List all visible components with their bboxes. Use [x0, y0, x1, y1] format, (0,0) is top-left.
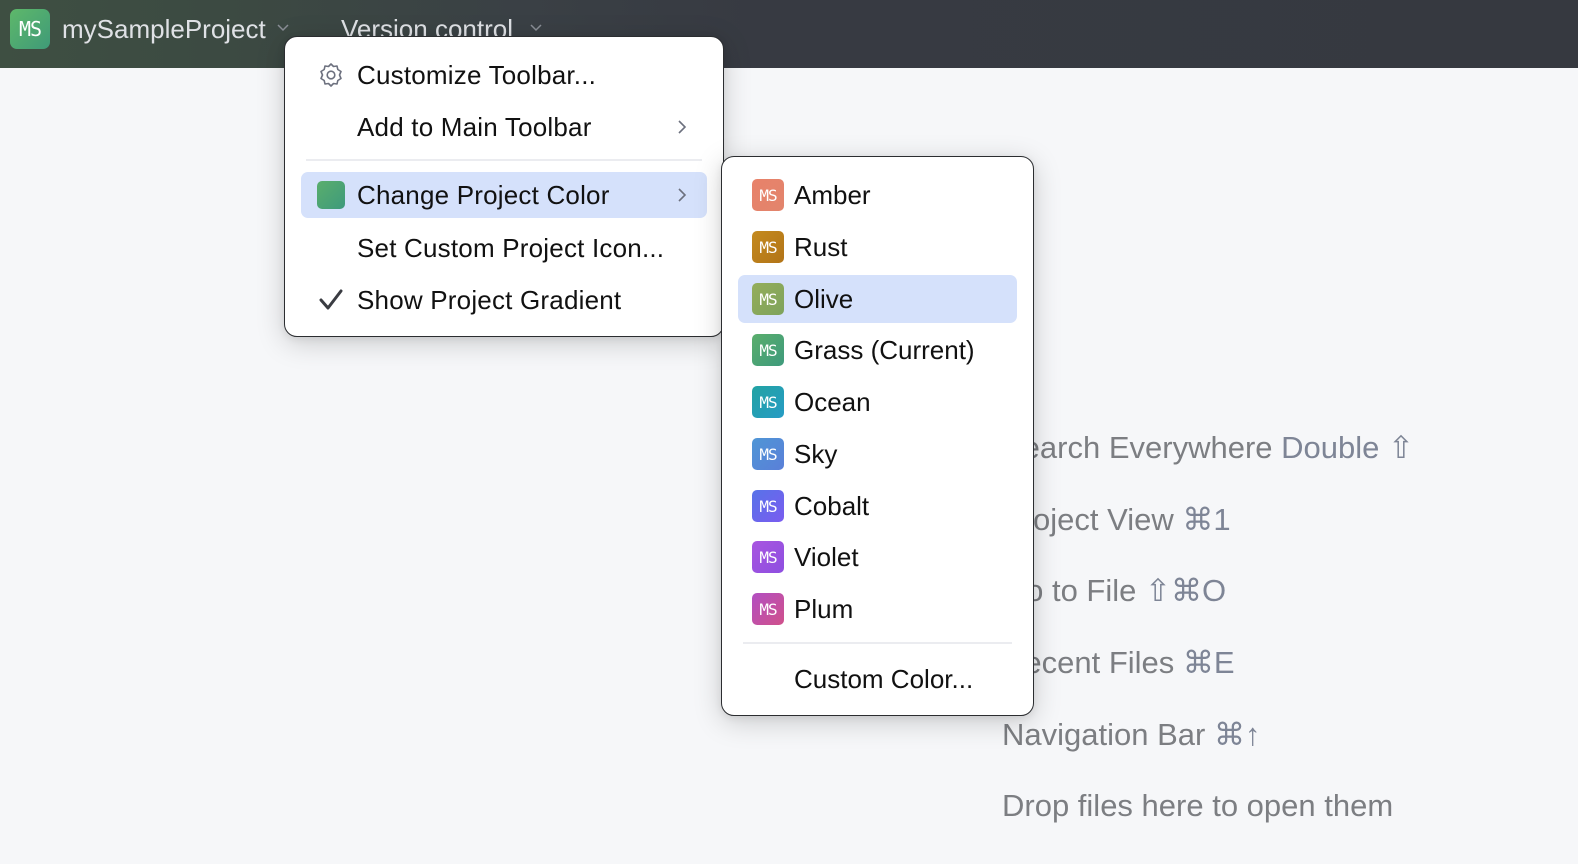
color-option-amber[interactable]: MS Amber — [738, 171, 1017, 219]
project-color-badge-icon: MS — [752, 334, 784, 366]
chevron-right-icon — [678, 188, 687, 202]
chevron-down-icon — [277, 24, 289, 32]
menu-item-show-project-gradient[interactable]: Show Project Gradient — [301, 277, 707, 323]
menu-item-customize-toolbar[interactable]: Customize Toolbar... — [301, 52, 707, 98]
project-badge-icon: MS — [10, 9, 50, 49]
project-color-badge-icon: MS — [752, 490, 784, 522]
hint-search-everywhere: Search Everywhere Double ⇧ — [1002, 430, 1414, 465]
hint-drop-files: Drop files here to open them — [1002, 788, 1394, 823]
menu-item-custom-color[interactable]: Custom Color... — [738, 655, 1017, 703]
hint-recent-files: Recent Files ⌘E — [1002, 645, 1235, 680]
color-option-grass[interactable]: MS Grass (Current) — [738, 326, 1017, 374]
menu-item-change-project-color[interactable]: Change Project Color — [301, 172, 707, 218]
menu-separator — [743, 642, 1012, 644]
color-option-olive[interactable]: MS Olive — [738, 275, 1017, 323]
color-option-rust[interactable]: MS Rust — [738, 223, 1017, 271]
project-color-badge-icon: MS — [752, 179, 784, 211]
shortcut: ⇧⌘O — [1145, 573, 1227, 608]
color-option-label: Violet — [794, 541, 859, 572]
title-bar: MS mySampleProject Version control — [0, 0, 1578, 68]
project-color-badge-icon: MS — [752, 438, 784, 470]
color-option-label: Sky — [794, 438, 838, 469]
project-color-badge-icon: MS — [752, 231, 784, 263]
color-option-sky[interactable]: MS Sky — [738, 430, 1017, 478]
color-option-violet[interactable]: MS Violet — [738, 533, 1017, 581]
color-option-label: Rust — [794, 231, 848, 262]
gear-icon — [316, 60, 346, 90]
hint-navigation-bar: Navigation Bar ⌘↑ — [1002, 717, 1261, 752]
project-color-submenu: MS Amber MS Rust MS Olive MS Grass (Current) MS O… — [721, 156, 1034, 716]
project-color-badge-icon: MS — [752, 283, 784, 315]
shortcut: ⌘1 — [1182, 502, 1231, 537]
color-option-label: Ocean — [794, 386, 871, 417]
project-color-badge-icon: MS — [752, 541, 784, 573]
project-name: mySampleProject — [62, 13, 266, 44]
color-option-label: Grass (Current) — [794, 334, 975, 365]
project-color-badge-icon: MS — [752, 593, 784, 625]
shortcut: ⌘↑ — [1213, 717, 1261, 752]
menu-item-add-to-main-toolbar[interactable]: Add to Main Toolbar — [301, 104, 707, 150]
color-option-label: Amber — [794, 179, 871, 210]
menu-item-set-custom-project-icon[interactable]: Set Custom Project Icon... — [301, 225, 707, 271]
project-widget[interactable]: MS mySampleProject — [10, 9, 290, 49]
toolbar-context-menu: Customize Toolbar... Add to Main Toolbar… — [284, 36, 724, 337]
shortcut: ⌘E — [1182, 645, 1235, 680]
color-option-label: Plum — [794, 593, 854, 624]
shortcut: Double ⇧ — [1281, 430, 1414, 465]
color-option-plum[interactable]: MS Plum — [738, 585, 1017, 633]
chevron-down-icon — [530, 24, 542, 32]
color-option-label: Cobalt — [794, 490, 870, 521]
hint-project-view: Project View ⌘1 — [1002, 502, 1231, 537]
hint-go-to-file: Go to File ⇧⌘O — [1002, 573, 1227, 608]
chevron-right-icon — [678, 120, 687, 134]
checkmark-icon — [316, 285, 346, 315]
color-option-cobalt[interactable]: MS Cobalt — [738, 482, 1017, 530]
project-color-badge-icon: MS — [752, 386, 784, 418]
menu-separator — [306, 159, 702, 161]
color-option-label: Olive — [794, 283, 854, 314]
color-option-ocean[interactable]: MS Ocean — [738, 378, 1017, 426]
color-swatch-icon — [316, 180, 346, 210]
